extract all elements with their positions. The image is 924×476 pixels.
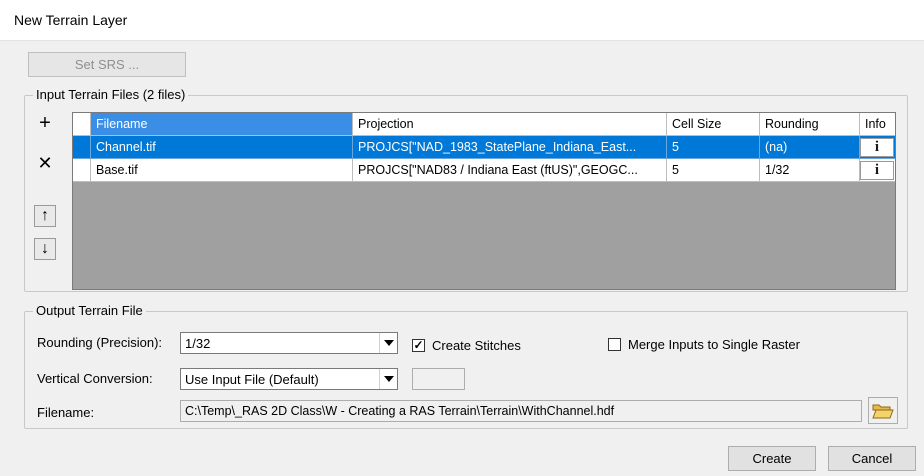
arrow-up-icon: ↑ bbox=[41, 207, 49, 224]
vertical-conversion-extra-field[interactable] bbox=[412, 368, 465, 390]
cancel-button[interactable]: Cancel bbox=[828, 446, 916, 471]
vertical-conversion-value: Use Input File (Default) bbox=[185, 372, 319, 387]
cell-size-cell[interactable]: 5 bbox=[667, 159, 760, 182]
set-srs-button[interactable]: Set SRS ... bbox=[28, 52, 186, 77]
merge-inputs-checkbox[interactable] bbox=[608, 338, 621, 351]
rounding-label: Rounding (Precision): bbox=[37, 335, 163, 350]
grid-header-row: Filename Projection Cell Size Rounding I… bbox=[73, 113, 895, 136]
column-header-info[interactable]: Info bbox=[860, 113, 895, 136]
filename-label: Filename: bbox=[37, 405, 95, 420]
input-group-legend: Input Terrain Files (2 files) bbox=[33, 87, 189, 102]
info-icon[interactable]: i bbox=[860, 138, 894, 157]
vertical-conversion-select[interactable]: Use Input File (Default) bbox=[180, 368, 398, 390]
window-title: New Terrain Layer bbox=[14, 12, 128, 28]
merge-inputs-label[interactable]: Merge Inputs to Single Raster bbox=[628, 337, 800, 352]
filename-cell[interactable]: Channel.tif bbox=[91, 136, 353, 159]
table-row[interactable]: Base.tif PROJCS["NAD83 / Indiana East (f… bbox=[73, 159, 895, 182]
rounding-cell[interactable]: 1/32 bbox=[760, 159, 860, 182]
info-icon[interactable]: i bbox=[860, 161, 894, 180]
row-selector[interactable] bbox=[73, 159, 91, 182]
output-group-legend: Output Terrain File bbox=[33, 303, 146, 318]
info-cell: i bbox=[860, 159, 895, 182]
vertical-conversion-label: Vertical Conversion: bbox=[37, 371, 153, 386]
folder-open-icon bbox=[872, 404, 894, 419]
rounding-select[interactable]: 1/32 bbox=[180, 332, 398, 354]
plus-icon: + bbox=[39, 112, 51, 134]
title-bar: New Terrain Layer bbox=[0, 0, 924, 41]
column-header-projection[interactable]: Projection bbox=[353, 113, 667, 136]
filename-cell[interactable]: Base.tif bbox=[91, 159, 353, 182]
add-file-button[interactable]: + bbox=[34, 112, 56, 134]
checkmark-icon: ✓ bbox=[413, 338, 424, 352]
filename-field[interactable]: C:\Temp\_RAS 2D Class\W - Creating a RAS… bbox=[180, 400, 862, 422]
terrain-files-grid[interactable]: Filename Projection Cell Size Rounding I… bbox=[72, 112, 896, 290]
create-stitches-label[interactable]: Create Stitches bbox=[432, 338, 521, 353]
row-selector-header bbox=[73, 113, 91, 136]
remove-file-button[interactable]: ✕ bbox=[34, 152, 56, 174]
info-cell: i bbox=[860, 136, 895, 159]
chevron-down-icon[interactable] bbox=[379, 369, 397, 389]
move-down-button[interactable]: ↓ bbox=[34, 238, 56, 260]
create-stitches-checkbox[interactable]: ✓ bbox=[412, 339, 425, 352]
move-up-button[interactable]: ↑ bbox=[34, 205, 56, 227]
row-selector[interactable] bbox=[73, 136, 91, 159]
chevron-down-icon[interactable] bbox=[379, 333, 397, 353]
column-header-cell-size[interactable]: Cell Size bbox=[667, 113, 760, 136]
projection-cell[interactable]: PROJCS["NAD83 / Indiana East (ftUS)",GEO… bbox=[353, 159, 667, 182]
rounding-cell[interactable]: (na) bbox=[760, 136, 860, 159]
rounding-select-value: 1/32 bbox=[185, 336, 211, 351]
cell-size-cell[interactable]: 5 bbox=[667, 136, 760, 159]
table-row[interactable]: Channel.tif PROJCS["NAD_1983_StatePlane_… bbox=[73, 136, 895, 159]
close-icon: ✕ bbox=[37, 153, 53, 173]
projection-cell[interactable]: PROJCS["NAD_1983_StatePlane_Indiana_East… bbox=[353, 136, 667, 159]
browse-folder-button[interactable] bbox=[868, 397, 898, 424]
column-header-filename[interactable]: Filename bbox=[91, 113, 353, 136]
column-header-rounding[interactable]: Rounding bbox=[760, 113, 860, 136]
create-button[interactable]: Create bbox=[728, 446, 816, 471]
arrow-down-icon: ↓ bbox=[41, 240, 49, 257]
